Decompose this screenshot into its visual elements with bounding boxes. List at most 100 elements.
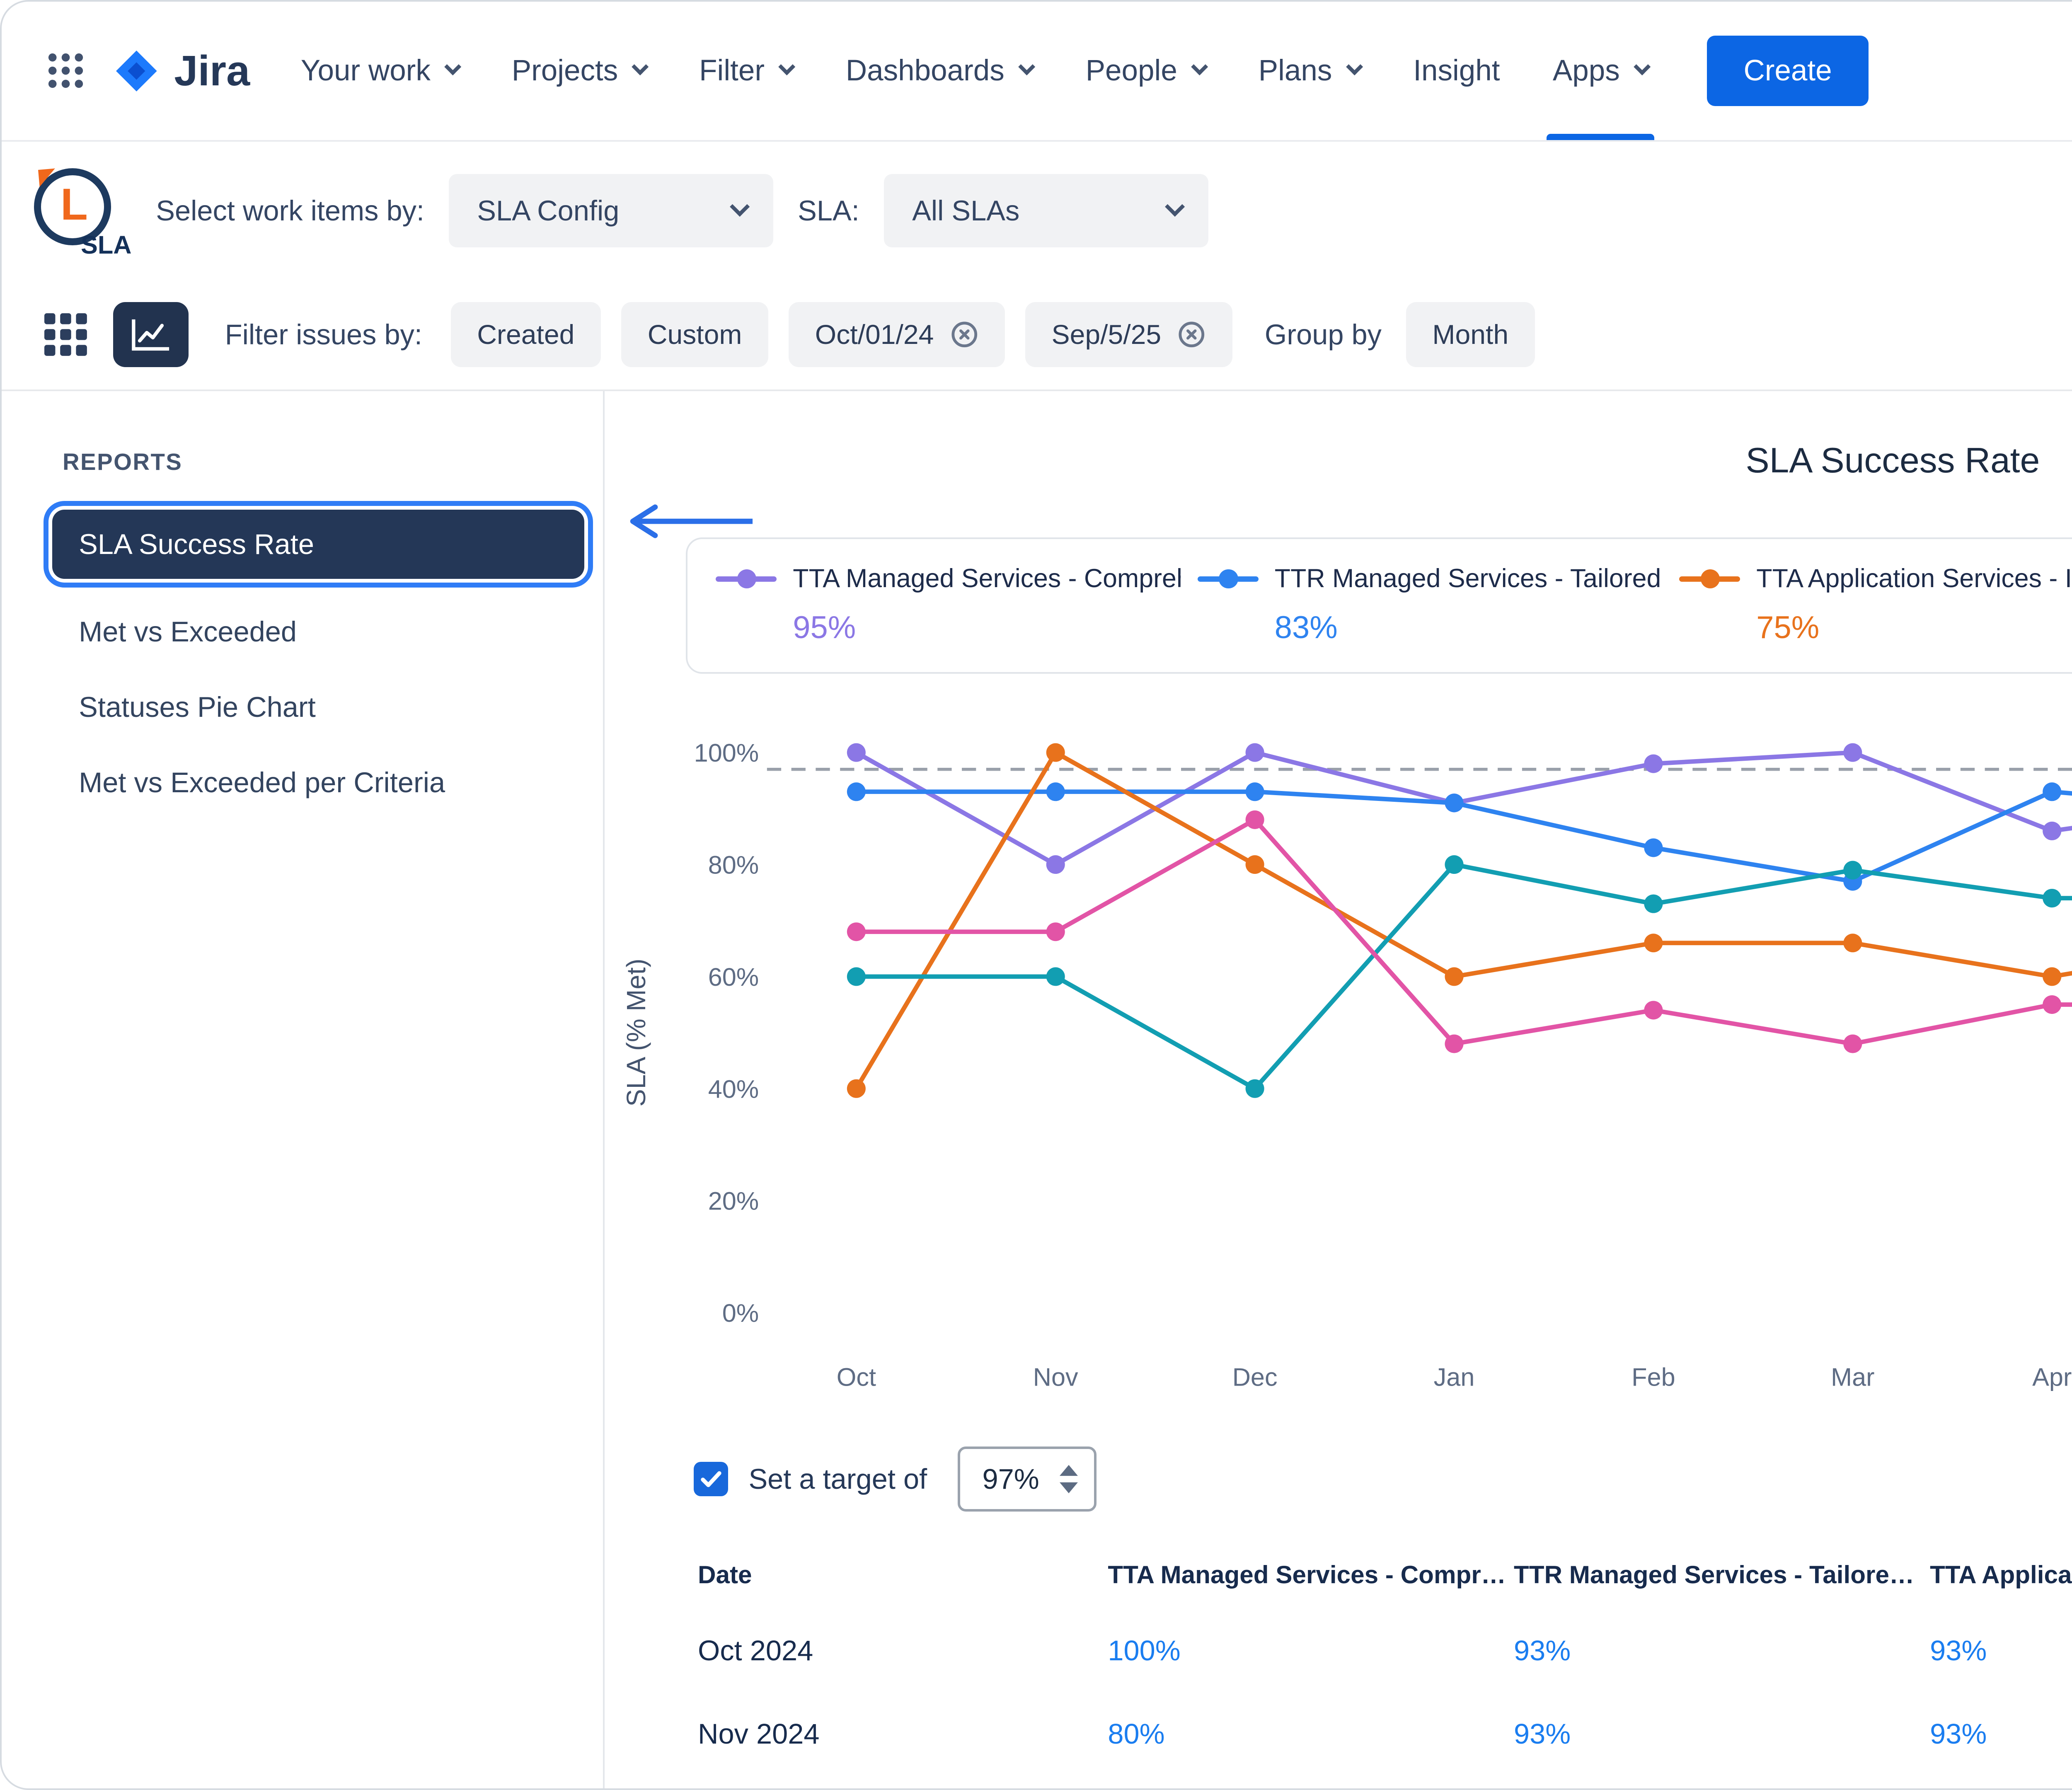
sidebar-item-met-vs-exceeded[interactable]: Met vs Exceeded bbox=[52, 597, 584, 666]
sla-data-table: DateTTA Managed Services - Compr…TTR Man… bbox=[605, 1540, 2072, 1775]
target-stepper[interactable] bbox=[1060, 1464, 1078, 1494]
table-row: Nov 202480%93%93%100%60% bbox=[605, 1692, 2072, 1775]
check-icon bbox=[700, 1470, 722, 1488]
chevron-down-icon bbox=[1634, 58, 1651, 75]
target-checkbox[interactable] bbox=[694, 1462, 728, 1496]
sla-toolbar: L SLA Select work items by: SLA Config S… bbox=[2, 142, 2072, 280]
filter-chip-sep-5-25[interactable]: Sep/5/25 bbox=[1025, 302, 1232, 367]
svg-text:SLA (% Met): SLA (% Met) bbox=[622, 958, 651, 1106]
sidebar-item-met-vs-exceeded-per-criteria[interactable]: Met vs Exceeded per Criteria bbox=[52, 748, 584, 817]
chart-view-toggle[interactable] bbox=[113, 302, 188, 367]
target-value: 97% bbox=[982, 1463, 1039, 1495]
nav-item-label: Your work bbox=[301, 54, 431, 87]
nav-item-people[interactable]: People bbox=[1059, 2, 1232, 140]
sla-logo-l: L bbox=[61, 178, 88, 230]
svg-text:Dec: Dec bbox=[1232, 1363, 1277, 1391]
chip-close-icon[interactable] bbox=[1177, 320, 1206, 349]
legend-item-top: TTA Managed Services - Compreh… bbox=[716, 564, 1181, 593]
svg-text:20%: 20% bbox=[708, 1187, 759, 1215]
chip-label: Sep/5/25 bbox=[1052, 319, 1162, 351]
svg-text:Nov: Nov bbox=[1033, 1363, 1078, 1391]
legend-item-tta-application-services-innova[interactable]: TTA Application Services - Innova… 75% bbox=[1679, 564, 2072, 646]
sla-logo-text: SLA bbox=[81, 230, 131, 259]
legend-item-tta-managed-services-compreh[interactable]: TTA Managed Services - Compreh… 95% bbox=[716, 564, 1181, 646]
chevron-down-icon bbox=[632, 58, 649, 75]
legend-series-value: 95% bbox=[793, 610, 1181, 646]
table-header-cell: Date bbox=[698, 1560, 1108, 1589]
jira-logo[interactable]: Jira bbox=[113, 46, 250, 95]
target-label: Set a target of bbox=[748, 1463, 927, 1495]
sla-select-value: All SLAs bbox=[912, 194, 1019, 227]
stepper-up-icon bbox=[1060, 1464, 1078, 1476]
chevron-down-icon bbox=[730, 196, 750, 216]
table-header-cell: TTA Application Services - Inno… bbox=[1930, 1560, 2072, 1589]
table-value-cell[interactable]: 80% bbox=[1108, 1717, 1514, 1750]
legend-series-value: 83% bbox=[1275, 610, 1663, 646]
chevron-down-icon bbox=[1165, 196, 1185, 216]
chip-close-icon[interactable] bbox=[950, 320, 979, 349]
filter-chip-oct-01-24[interactable]: Oct/01/24 bbox=[789, 302, 1005, 367]
legend-item-ttr-managed-services-tailored-i[interactable]: TTR Managed Services - Tailored I… 83% bbox=[1198, 564, 1663, 646]
svg-text:100%: 100% bbox=[694, 739, 759, 767]
stepper-down-icon bbox=[1060, 1482, 1078, 1494]
svg-text:Jan: Jan bbox=[1433, 1363, 1474, 1391]
sidebar-item-statuses-pie-chart[interactable]: Statuses Pie Chart bbox=[52, 672, 584, 742]
report-list: SLA Success Rate Met vs Exceeded Statuses … bbox=[2, 510, 603, 817]
nav-item-insight[interactable]: Insight bbox=[1387, 2, 1527, 140]
chip-label: Created bbox=[477, 319, 574, 351]
apps-grid-icon bbox=[46, 51, 85, 90]
table-value-cell[interactable]: 93% bbox=[1930, 1717, 2072, 1750]
sla-select[interactable]: All SLAs bbox=[884, 174, 1209, 247]
legend-series-value: 75% bbox=[1756, 610, 2072, 646]
filter-chip-created[interactable]: Created bbox=[451, 302, 601, 367]
filter-issues-label: Filter issues by: bbox=[225, 318, 422, 351]
legend-series-name: TTA Managed Services - Compreh… bbox=[793, 564, 1181, 593]
report-item-label: SLA Success Rate bbox=[79, 528, 314, 560]
nav-item-filter[interactable]: Filter bbox=[673, 2, 819, 140]
svg-text:Oct: Oct bbox=[836, 1363, 876, 1391]
work-items-select[interactable]: SLA Config bbox=[449, 174, 774, 247]
svg-text:Apr: Apr bbox=[2032, 1363, 2072, 1391]
legend-item-top: TTA Application Services - Innova… bbox=[1679, 564, 2072, 593]
table-header-cell: TTR Managed Services - Tailore… bbox=[1514, 1560, 1930, 1589]
group-by-chip[interactable]: Month bbox=[1406, 302, 1535, 367]
nav-item-projects[interactable]: Projects bbox=[485, 2, 673, 140]
chip-label: Oct/01/24 bbox=[815, 319, 934, 351]
table-value-cell[interactable]: 93% bbox=[1514, 1717, 1930, 1750]
table-date-cell: Nov 2024 bbox=[698, 1717, 1108, 1750]
group-by-value: Month bbox=[1432, 319, 1508, 351]
select-work-items-label: Select work items by: bbox=[156, 194, 424, 227]
target-input[interactable]: 97% bbox=[958, 1447, 1097, 1512]
annotation-left-arrow bbox=[615, 503, 761, 539]
filter-chip-custom[interactable]: Custom bbox=[621, 302, 768, 367]
table-row: Oct 2024100%93%93%40%60% bbox=[605, 1609, 2072, 1692]
table-value-cell[interactable]: 93% bbox=[1930, 1634, 2072, 1667]
chevron-down-icon bbox=[778, 58, 796, 75]
jira-app-window: Jira Your work ProjectsFilterDashboardsPe… bbox=[0, 0, 2072, 1790]
create-button[interactable]: Create bbox=[1707, 36, 1868, 106]
filter-toolbar: Filter issues by: Created Custom Oct/01/24… bbox=[2, 280, 2072, 391]
nav-item-label: Plans bbox=[1259, 54, 1332, 87]
report-item-label: Met vs Exceeded bbox=[79, 616, 297, 648]
sla-label: SLA: bbox=[798, 194, 859, 227]
reports-heading: REPORTS bbox=[63, 448, 603, 475]
app-switcher-button[interactable] bbox=[34, 39, 97, 102]
svg-text:40%: 40% bbox=[708, 1075, 759, 1103]
nav-item-dashboards[interactable]: Dashboards bbox=[819, 2, 1059, 140]
table-header-cell: TTA Managed Services - Compr… bbox=[1108, 1560, 1514, 1589]
nav-item-plans[interactable]: Plans bbox=[1232, 2, 1387, 140]
table-value-cell[interactable]: 93% bbox=[1514, 1634, 1930, 1667]
nav-item-apps[interactable]: Apps bbox=[1526, 2, 1675, 140]
nav-item-your-work[interactable]: Your work bbox=[274, 2, 485, 140]
jira-logo-text: Jira bbox=[174, 46, 250, 95]
report-item-label: Met vs Exceeded per Criteria bbox=[79, 767, 445, 798]
sla-line-chart: SLA (% Met)0%20%40%60%80%100%OctNovDecJa… bbox=[605, 696, 2072, 1410]
sidebar-item-sla-success-rate[interactable]: SLA Success Rate bbox=[52, 510, 584, 579]
legend-marker-icon bbox=[1198, 566, 1259, 590]
table-value-cell[interactable]: 100% bbox=[1108, 1634, 1514, 1667]
report-content: SLA Success Rate TTA Managed Services - … bbox=[605, 391, 2072, 1790]
main-area: REPORTS SLA Success RateMet vs ExceededS… bbox=[2, 391, 2072, 1790]
grid-view-toggle[interactable] bbox=[38, 307, 93, 362]
chip-label: Custom bbox=[648, 319, 742, 351]
legend-item-top: TTR Managed Services - Tailored I… bbox=[1198, 564, 1663, 593]
